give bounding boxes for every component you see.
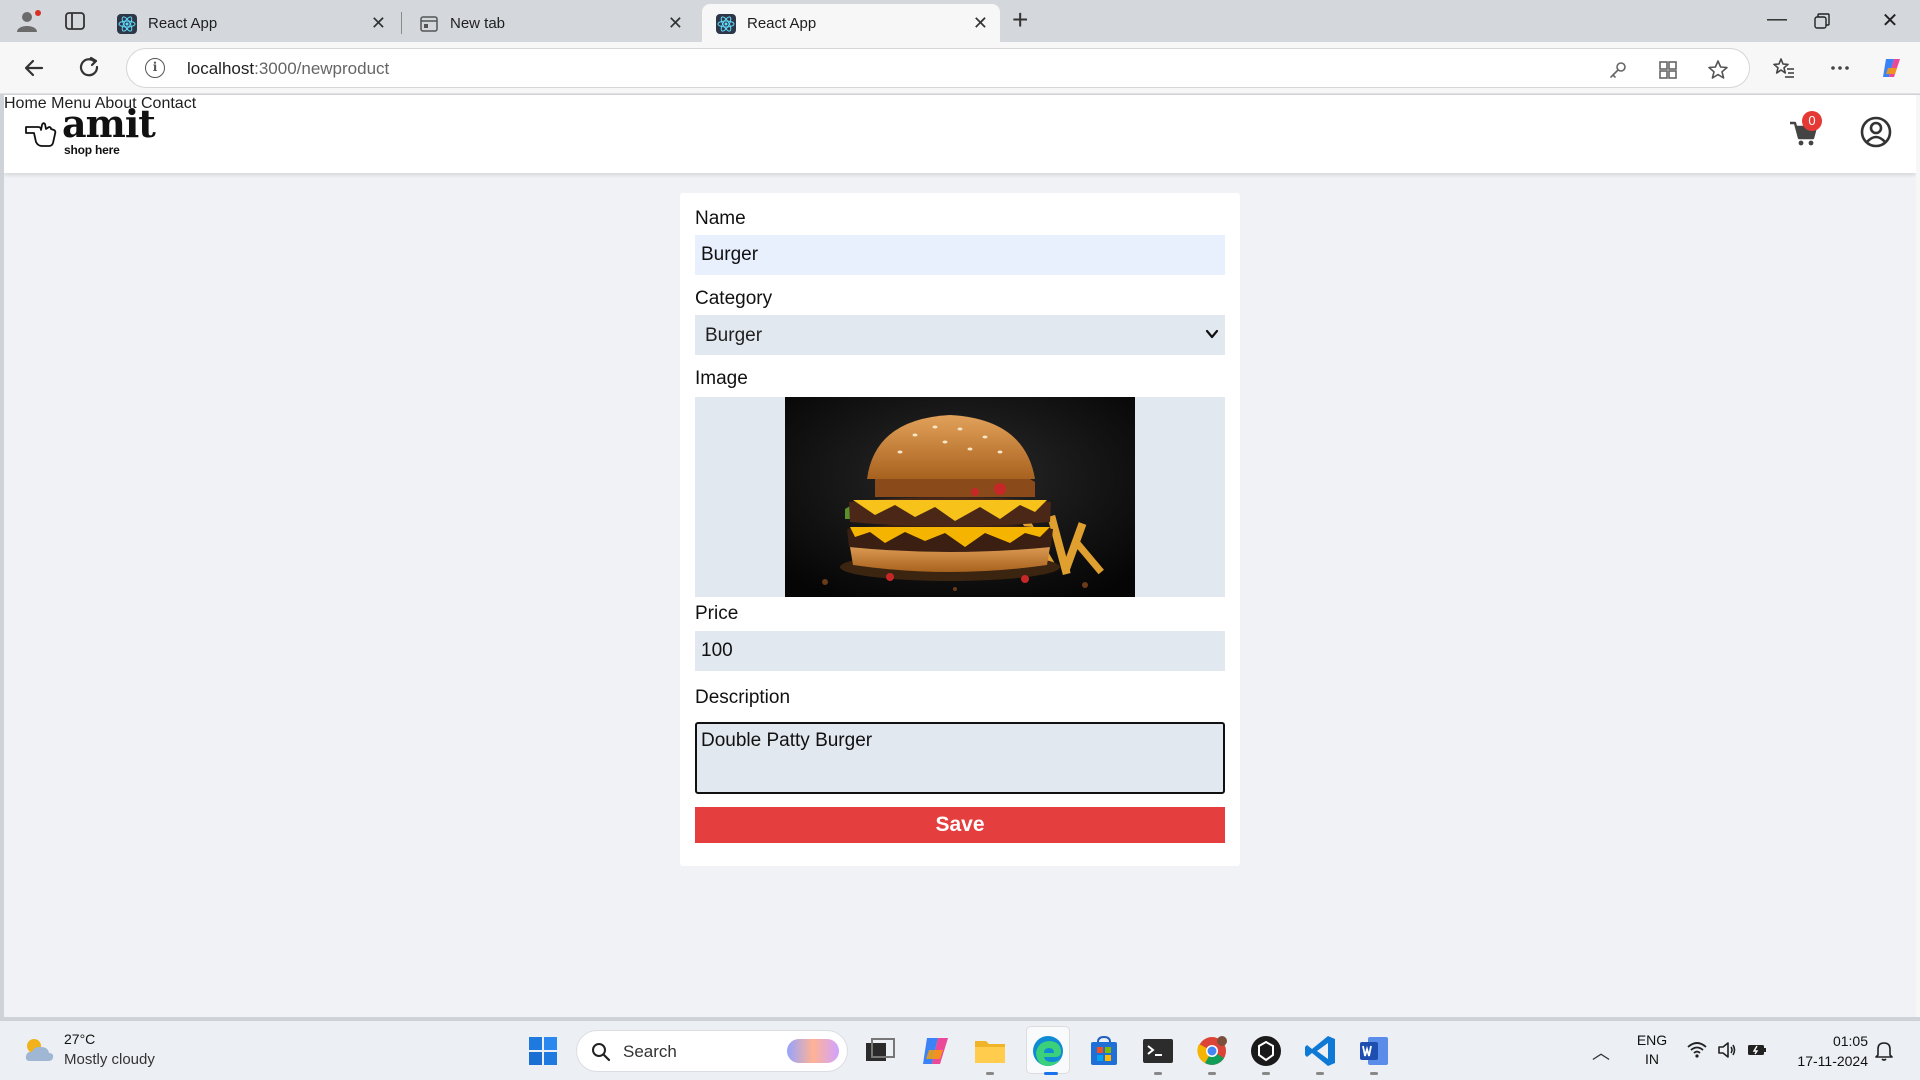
name-input[interactable] bbox=[695, 235, 1225, 275]
restore-icon[interactable] bbox=[1813, 12, 1831, 30]
running-indicator bbox=[1262, 1072, 1270, 1075]
close-icon[interactable]: ✕ bbox=[973, 14, 988, 32]
copilot-app-icon[interactable] bbox=[918, 1033, 954, 1069]
url-text[interactable]: localhost:3000/newproduct bbox=[187, 59, 389, 79]
word-icon[interactable] bbox=[1356, 1033, 1392, 1069]
category-label: Category bbox=[695, 288, 773, 309]
close-icon[interactable]: ✕ bbox=[668, 14, 683, 32]
user-account-icon[interactable] bbox=[1859, 115, 1893, 149]
taskbar: 27°C Mostly cloudy Search ︿ ENG IN 01:05… bbox=[0, 1020, 1920, 1080]
edge-browser-icon[interactable] bbox=[1030, 1033, 1066, 1069]
favorites-icon[interactable] bbox=[1772, 56, 1796, 80]
new-tab-button[interactable]: + bbox=[1012, 6, 1028, 34]
tab-title: New tab bbox=[450, 15, 506, 32]
profile-icon[interactable] bbox=[14, 9, 42, 33]
react-icon bbox=[716, 14, 736, 34]
pointing-hand-icon bbox=[25, 122, 57, 147]
price-input[interactable] bbox=[695, 631, 1225, 671]
react-icon bbox=[117, 14, 137, 34]
back-arrow-icon[interactable] bbox=[20, 54, 48, 82]
running-indicator bbox=[1208, 1072, 1216, 1075]
scrollbar[interactable] bbox=[1916, 95, 1920, 1017]
cloudy-weather-icon[interactable] bbox=[22, 1035, 56, 1065]
show-hidden-icons-chevron-icon[interactable]: ︿ bbox=[1592, 1039, 1610, 1065]
category-select[interactable]: Burger bbox=[695, 315, 1225, 355]
category-selected-value: Burger bbox=[705, 325, 763, 346]
battery-charging-icon[interactable] bbox=[1746, 1039, 1768, 1061]
minimize-icon[interactable]: — bbox=[1757, 8, 1797, 31]
running-indicator bbox=[1370, 1072, 1378, 1075]
page-viewport: amit shop here Home Menu About Contact 0… bbox=[4, 95, 1916, 1017]
new-product-form: Name Category Burger Image bbox=[680, 193, 1240, 866]
close-icon[interactable]: ✕ bbox=[371, 14, 386, 32]
clock-time: 01:05 bbox=[1832, 1033, 1868, 1049]
region-code: IN bbox=[1645, 1051, 1659, 1067]
tab-title: React App bbox=[148, 15, 218, 32]
image-label: Image bbox=[695, 368, 748, 389]
app-header: amit shop here Home Menu About Contact 0 bbox=[4, 95, 1916, 173]
favorite-star-icon[interactable] bbox=[1707, 59, 1729, 81]
logo-word: amit bbox=[62, 101, 156, 146]
copilot-icon[interactable] bbox=[1880, 56, 1904, 80]
address-bar[interactable]: i localhost:3000/newproduct bbox=[126, 48, 1750, 88]
weather-temperature: 27°C bbox=[64, 1031, 96, 1047]
tab-actions-icon[interactable] bbox=[64, 11, 86, 31]
site-info-icon[interactable]: i bbox=[145, 58, 165, 78]
file-explorer-icon[interactable] bbox=[972, 1033, 1008, 1069]
wifi-icon[interactable] bbox=[1686, 1039, 1708, 1061]
language-indicator[interactable]: ENG IN bbox=[1636, 1031, 1668, 1069]
name-label: Name bbox=[695, 208, 746, 229]
language-code: ENG bbox=[1636, 1032, 1668, 1048]
terminal-icon[interactable] bbox=[1140, 1033, 1176, 1069]
search-placeholder: Search bbox=[623, 1042, 677, 1061]
browser-tab[interactable]: New tab ✕ bbox=[405, 4, 695, 42]
system-clock[interactable]: 01:05 17-11-2024 bbox=[1784, 1031, 1868, 1071]
logo-tagline: shop here bbox=[64, 143, 120, 157]
weather-description: Mostly cloudy bbox=[64, 1051, 155, 1068]
running-indicator bbox=[986, 1072, 994, 1075]
app-available-icon[interactable] bbox=[1657, 59, 1679, 81]
microsoft-store-icon[interactable] bbox=[1086, 1033, 1122, 1069]
save-button[interactable]: Save bbox=[695, 807, 1225, 843]
running-indicator bbox=[1316, 1072, 1324, 1075]
description-label: Description bbox=[695, 687, 791, 708]
running-indicator bbox=[1154, 1072, 1162, 1075]
browser-tab-strip: React App ✕ New tab ✕ React App ✕ + — ✕ bbox=[0, 0, 1920, 42]
active-indicator bbox=[1044, 1072, 1058, 1075]
clock-date: 17-11-2024 bbox=[1797, 1053, 1868, 1069]
browser-tab[interactable]: React App ✕ bbox=[103, 4, 398, 42]
burger-image bbox=[785, 397, 1135, 597]
tab-separator bbox=[401, 12, 402, 34]
chevron-down-icon bbox=[1205, 329, 1219, 339]
cart-count-badge: 0 bbox=[1802, 111, 1822, 131]
refresh-icon[interactable] bbox=[76, 54, 104, 82]
search-icon bbox=[592, 1043, 611, 1062]
volume-icon[interactable] bbox=[1716, 1039, 1738, 1061]
price-label: Price bbox=[695, 603, 739, 624]
tab-title: React App bbox=[747, 15, 817, 32]
more-options-icon[interactable] bbox=[1828, 56, 1852, 80]
notification-bell-icon[interactable] bbox=[1874, 1040, 1894, 1062]
task-view-icon[interactable] bbox=[862, 1033, 898, 1069]
new-tab-page-icon bbox=[420, 16, 438, 32]
taskbar-search[interactable]: Search bbox=[576, 1030, 848, 1072]
window-close-icon[interactable]: ✕ bbox=[1870, 8, 1910, 33]
browser-toolbar: i localhost:3000/newproduct bbox=[0, 42, 1920, 94]
search-highlight-icon bbox=[787, 1039, 839, 1063]
windows-start-icon[interactable] bbox=[528, 1036, 558, 1066]
browser-tab-active[interactable]: React App ✕ bbox=[702, 4, 1000, 42]
vscode-icon[interactable] bbox=[1302, 1033, 1338, 1069]
chrome-icon[interactable] bbox=[1194, 1033, 1230, 1069]
image-upload-area[interactable] bbox=[695, 397, 1225, 597]
key-icon[interactable] bbox=[1607, 59, 1629, 81]
site-logo[interactable]: amit shop here bbox=[24, 101, 156, 161]
openai-chatgpt-icon[interactable] bbox=[1248, 1033, 1284, 1069]
description-textarea[interactable]: Double Patty Burger bbox=[695, 722, 1225, 794]
